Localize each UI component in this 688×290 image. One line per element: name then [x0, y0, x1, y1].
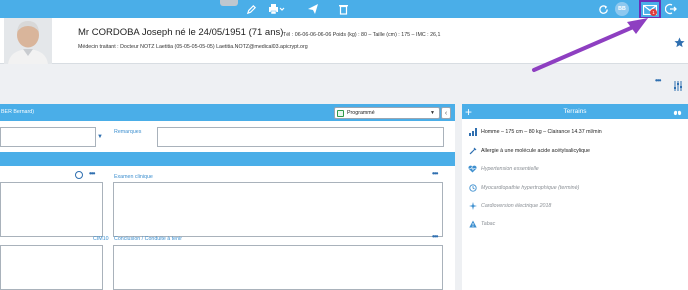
terrain-row-allergy: Allergie à une molécule acide acétylsali…: [468, 146, 590, 155]
mail-icon[interactable]: 1: [639, 0, 661, 19]
terrain-row-history: Myocardiopathie hypertrophique (terminé): [468, 183, 579, 192]
terrain-text: Homme – 175 cm – 80 kg – Clairance 14.37…: [481, 128, 602, 135]
select-caret-icon: ▼: [430, 110, 435, 116]
warning-icon: [468, 219, 477, 228]
section-bar: [0, 152, 455, 166]
consultation-type-field[interactable]: [0, 127, 96, 147]
send-icon[interactable]: [306, 2, 320, 16]
refresh-icon[interactable]: [596, 2, 610, 16]
terrain-text: Cardioversion électrique 2018: [481, 202, 552, 209]
chevron-down-icon[interactable]: ▼: [97, 134, 103, 140]
consultation-panel: BER Bernard) ▼ Remarques ••• Examen clin…: [0, 104, 455, 290]
cim10-label: CIM10: [93, 236, 109, 242]
remarks-input[interactable]: [157, 127, 444, 147]
terrain-text: Myocardiopathie hypertrophique (terminé): [481, 184, 580, 191]
top-toolbar: BB 1: [0, 0, 688, 19]
exam-label: Examen clinique: [114, 174, 153, 180]
terrain-row-tobacco: Tabac: [468, 219, 495, 228]
remarks-label: Remarques: [114, 129, 142, 135]
patient-avatar: [4, 18, 52, 64]
patient-metrics: Tél : 06-06-06-06-06 Poids (kg) : 80 – T…: [283, 32, 441, 38]
field-options-icon[interactable]: •••: [89, 169, 95, 178]
terrain-row-hypertension: Hypertension essentielle: [468, 164, 539, 173]
favorite-star-icon[interactable]: [674, 35, 686, 48]
trash-icon[interactable]: [336, 2, 350, 16]
heart-icon: [468, 164, 477, 173]
mail-count-badge: 1: [650, 9, 657, 16]
collapse-tab[interactable]: [220, 0, 238, 6]
status-clear-button[interactable]: ‹: [441, 107, 451, 119]
history-icon: [468, 183, 477, 192]
conclusion-label: Conclusion / Conduite à tenir: [114, 236, 183, 242]
cim10-textarea[interactable]: [0, 245, 103, 290]
more-options-icon[interactable]: •••: [655, 76, 661, 85]
patient-header: Mr CORDOBA Joseph né le 24/05/1951 (71 a…: [0, 18, 688, 64]
exam-options-icon[interactable]: •••: [432, 169, 438, 178]
conclusion-options-icon[interactable]: •••: [432, 232, 438, 241]
terrain-text: Tabac: [481, 220, 496, 227]
notes-textarea[interactable]: [0, 182, 103, 237]
history-clock-icon[interactable]: [75, 171, 83, 179]
add-icon[interactable]: +: [465, 105, 472, 119]
calendar-check-icon: [337, 110, 344, 117]
terrain-text: Hypertension essentielle: [481, 165, 539, 172]
terrains-panel: + Terrains Homme – 175 cm – 80 kg – Clai…: [462, 104, 688, 290]
status-select-value: Programmé: [347, 110, 375, 116]
status-select[interactable]: Programmé ▼: [334, 107, 440, 119]
terrain-row-biometrics: Homme – 175 cm – 80 kg – Clairance 14.37…: [468, 127, 602, 136]
logout-icon[interactable]: [664, 2, 678, 16]
patient-name: Mr CORDOBA Joseph né le 24/05/1951 (71 a…: [78, 27, 284, 38]
conclusion-textarea[interactable]: [113, 245, 443, 290]
user-initials: BB: [618, 6, 626, 12]
content-area: ••• BER Bernard) ▼ Remarques ••• Examen …: [0, 64, 688, 290]
sparkle-icon: [468, 201, 477, 210]
exam-textarea[interactable]: [113, 182, 443, 237]
bar-chart-icon: [468, 127, 477, 136]
lungs-icon[interactable]: [673, 107, 682, 116]
terrain-row-procedure: Cardioversion électrique 2018: [468, 201, 551, 210]
practitioner-label: BER Bernard): [1, 109, 34, 115]
terrains-title: Terrains: [563, 108, 587, 115]
attending-physician: Médecin traitant : Docteur NOTZ Laetitia…: [78, 44, 308, 50]
settings-sliders-icon[interactable]: [673, 78, 683, 91]
syringe-icon: [468, 146, 477, 155]
printer-icon[interactable]: [266, 2, 286, 16]
user-initials-badge[interactable]: BB: [615, 2, 629, 16]
terrain-text: Allergie à une molécule acide acétylsali…: [481, 147, 590, 154]
terrains-header: + Terrains: [462, 104, 688, 119]
pencil-icon[interactable]: [244, 2, 258, 16]
